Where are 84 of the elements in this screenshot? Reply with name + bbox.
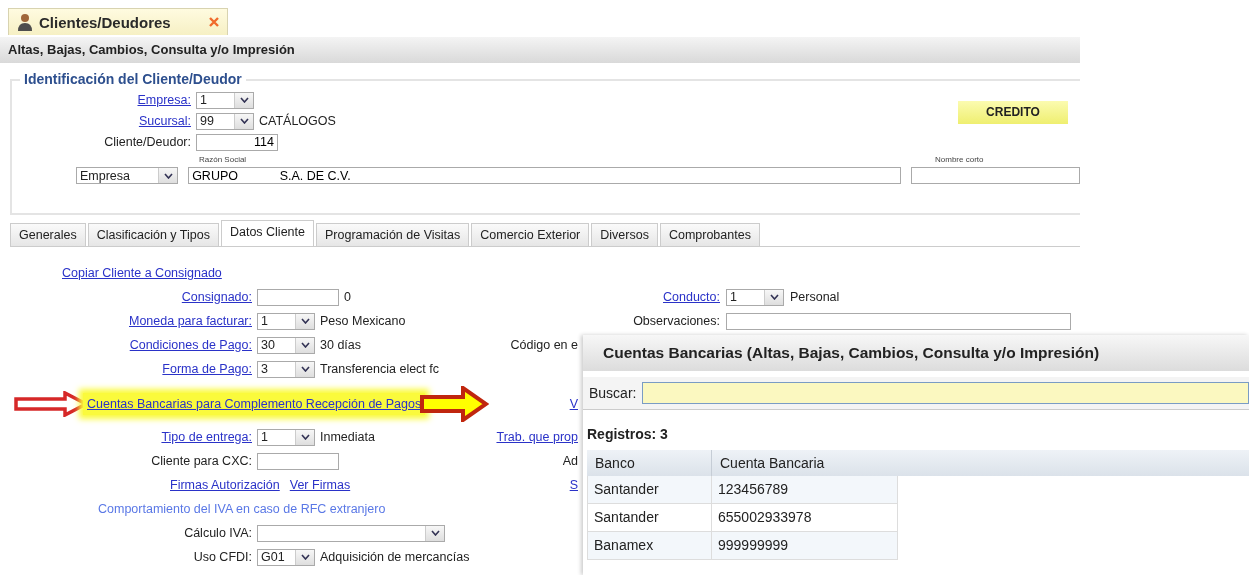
- close-icon: [209, 17, 219, 27]
- caret-icon: [430, 530, 440, 536]
- table-cell-text: 999999999: [717, 536, 789, 555]
- input-field[interactable]: [911, 167, 1080, 184]
- input-field[interactable]: [257, 288, 339, 306]
- field-link[interactable]: Empresa:: [12, 93, 191, 107]
- link[interactable]: Copiar Cliente a Consignado: [62, 266, 222, 280]
- caret-icon: [300, 366, 310, 372]
- caret-icon: [300, 342, 310, 348]
- field-label: Observaciones:: [632, 314, 720, 328]
- caption: Nombre corto: [935, 155, 984, 165]
- caret-icon: [300, 318, 310, 324]
- input-field[interactable]: [726, 312, 1071, 330]
- field-value: Inmediata: [320, 430, 375, 444]
- input-field[interactable]: 114: [196, 133, 278, 151]
- header-title: Altas, Bajas, Cambios, Consulta y/o Impresión: [0, 37, 1080, 63]
- caret-icon: [300, 434, 310, 440]
- window-tab[interactable]: Clientes/Deudores: [8, 8, 228, 35]
- field-label: Buscar:: [589, 385, 637, 401]
- field-label: Ad: [562, 454, 578, 468]
- field-link[interactable]: Conducto:: [480, 290, 720, 304]
- caret-icon: [769, 294, 779, 300]
- dropdown[interactable]: 1: [257, 312, 315, 330]
- field-link[interactable]: Consignado:: [0, 290, 252, 304]
- dropdown[interactable]: 30: [257, 336, 315, 354]
- dropdown[interactable]: Empresa: [76, 167, 179, 184]
- field-value: 30 días: [320, 338, 361, 352]
- field-link[interactable]: Sucursal:: [12, 114, 191, 128]
- caret-icon: [300, 554, 310, 560]
- link[interactable]: Ver Firmas: [289, 478, 351, 492]
- dropdown[interactable]: G01: [257, 548, 315, 566]
- arrow-icon: [419, 386, 490, 422]
- tab[interactable]: Diversos: [591, 223, 658, 246]
- dropdown[interactable]: 1: [257, 428, 315, 446]
- table-cell: Santander: [588, 476, 712, 503]
- field-label: Cliente para CXC:: [150, 454, 252, 468]
- field-label: Cálculo IVA:: [183, 526, 252, 540]
- dropdown[interactable]: 1: [726, 288, 784, 306]
- field-link[interactable]: Tipo de entrega:: [0, 430, 252, 444]
- table-cell: Banamex: [588, 532, 712, 559]
- link[interactable]: Cuentas Bancarias para Complemento Recepción de Pagos: [83, 393, 426, 415]
- table-cell-text: 655002933978: [717, 508, 812, 527]
- table-cell-text: 123456789: [717, 480, 789, 499]
- section-title: Identificación del Cliente/Deudor: [20, 71, 246, 87]
- caption: Razón Social: [199, 155, 248, 165]
- caret-icon: [239, 97, 249, 103]
- caret-icon: [163, 172, 173, 179]
- link[interactable]: Trab. que prop: [496, 430, 578, 444]
- field-value: Transferencia elect fc: [320, 362, 440, 376]
- link[interactable]: S: [569, 478, 578, 492]
- link[interactable]: Comportamiento del IVA en caso de RFC extranjero: [98, 502, 386, 516]
- link[interactable]: Firmas Autorización: [170, 478, 280, 492]
- field-value: CATÁLOGOS: [259, 114, 336, 128]
- dropdown[interactable]: 99: [196, 112, 254, 130]
- dialog-title: Cuentas Bancarias (Altas, Bajas, Cambios, Consulta y/o Impresión): [583, 335, 1249, 371]
- dropdown[interactable]: 3: [257, 360, 315, 378]
- field-label: Código en e: [510, 338, 578, 352]
- tab[interactable]: Generales: [10, 223, 86, 246]
- tab[interactable]: Programación de Visitas: [316, 223, 470, 246]
- field-value: Personal: [790, 290, 840, 304]
- column-header: Cuenta Bancaria: [719, 454, 825, 473]
- field-label: Cliente/Deudor:: [103, 135, 191, 149]
- dropdown[interactable]: [257, 524, 445, 542]
- tab[interactable]: Comprobantes: [659, 223, 760, 246]
- table-cell: Santander: [588, 504, 712, 531]
- field-value: 0: [344, 290, 351, 304]
- field-link[interactable]: Forma de Pago:: [0, 362, 252, 376]
- input-field[interactable]: GRUPO S.A. DE C.V.: [188, 167, 901, 184]
- link[interactable]: V: [569, 397, 578, 411]
- person-icon: [17, 13, 33, 31]
- search-field[interactable]: [642, 382, 1249, 404]
- field-value: Peso Mexicano: [320, 314, 406, 328]
- field-link[interactable]: Condiciones de Pago:: [0, 338, 252, 352]
- field-link[interactable]: Moneda para facturar:: [0, 314, 252, 328]
- input-field[interactable]: [257, 452, 339, 470]
- tab[interactable]: Clasificación y Tipos: [87, 223, 219, 246]
- dropdown[interactable]: 1: [196, 91, 254, 109]
- record-count: Registros: 3: [586, 425, 669, 444]
- field-value: Adquisición de mercancías: [320, 550, 470, 564]
- credit-badge: CREDITO: [958, 101, 1068, 124]
- caret-icon: [239, 118, 249, 124]
- tab[interactable]: Comercio Exterior: [471, 223, 590, 246]
- tab[interactable]: Datos Cliente: [220, 220, 314, 246]
- field-label: Uso CFDI:: [192, 550, 252, 564]
